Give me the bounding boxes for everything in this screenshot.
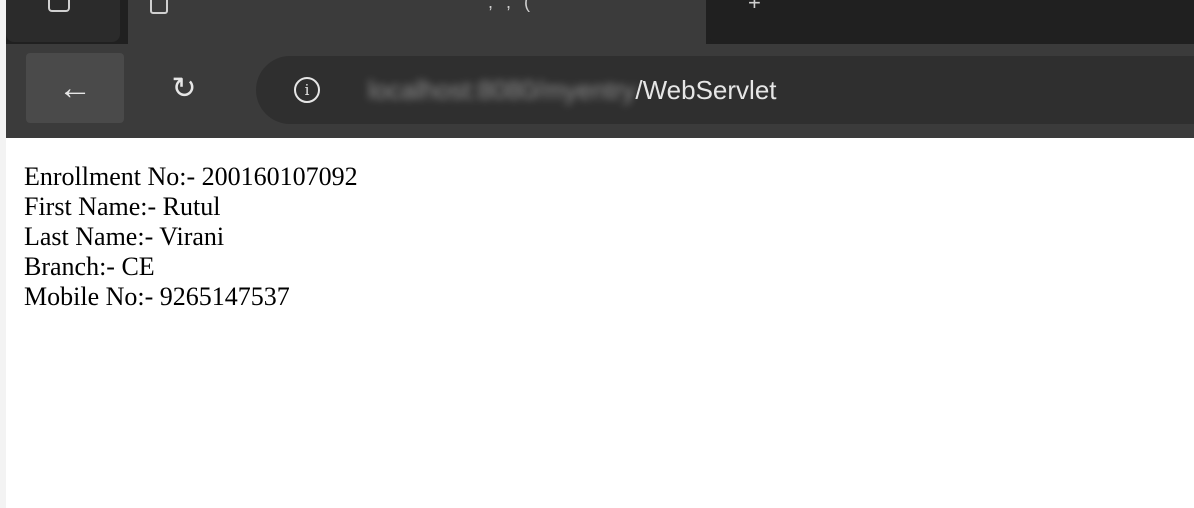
branch-line: Branch:- CE — [24, 252, 358, 282]
url-text[interactable]: localhost:8080/myentry /WebServlet — [368, 74, 777, 106]
mobile-value: 9265147537 — [159, 282, 290, 311]
last-name-value: Virani — [159, 222, 225, 251]
tab-actions-button[interactable] — [6, 0, 120, 42]
first-name-value: Rutul — [162, 192, 221, 221]
tab-active[interactable]: , , ( — [128, 0, 706, 44]
tab-strip: , , ( + — [6, 0, 1194, 44]
tabs-icon — [48, 0, 70, 12]
mobile-label: Mobile No:- — [24, 282, 160, 311]
branch-value: CE — [121, 252, 155, 281]
back-arrow-icon: ← — [58, 68, 92, 107]
url-path: /WebServlet — [635, 74, 777, 105]
mobile-line: Mobile No:- 9265147537 — [24, 282, 358, 312]
address-bar[interactable]: i localhost:8080/myentry /WebServlet — [256, 56, 1194, 124]
enrollment-label: Enrollment No:- — [24, 162, 202, 191]
toolbar: ← ↻ i localhost:8080/myentry /WebServlet — [6, 44, 1194, 138]
first-name-line: First Name:- Rutul — [24, 192, 358, 222]
last-name-line: Last Name:- Virani — [24, 222, 358, 252]
page-icon — [150, 0, 168, 14]
page-content: Enrollment No:- 200160107092 First Name:… — [24, 162, 358, 312]
browser-window: , , ( + ← ↻ i localhost:8080/myentry /We… — [6, 0, 1194, 508]
url-host-blurred: localhost:8080/myentry — [368, 74, 636, 105]
back-button[interactable]: ← — [26, 53, 124, 123]
tab-title: , , ( — [488, 0, 534, 12]
branch-label: Branch:- — [24, 252, 122, 281]
last-name-label: Last Name:- — [24, 222, 160, 251]
new-tab-icon[interactable]: + — [748, 0, 761, 16]
first-name-label: First Name:- — [24, 192, 163, 221]
info-icon[interactable]: i — [294, 77, 320, 103]
tab-strip-empty: + — [708, 0, 1194, 42]
enrollment-value: 200160107092 — [201, 162, 358, 191]
refresh-icon: ↻ — [171, 71, 197, 105]
enrollment-line: Enrollment No:- 200160107092 — [24, 162, 358, 192]
refresh-button[interactable]: ↻ — [156, 60, 212, 116]
